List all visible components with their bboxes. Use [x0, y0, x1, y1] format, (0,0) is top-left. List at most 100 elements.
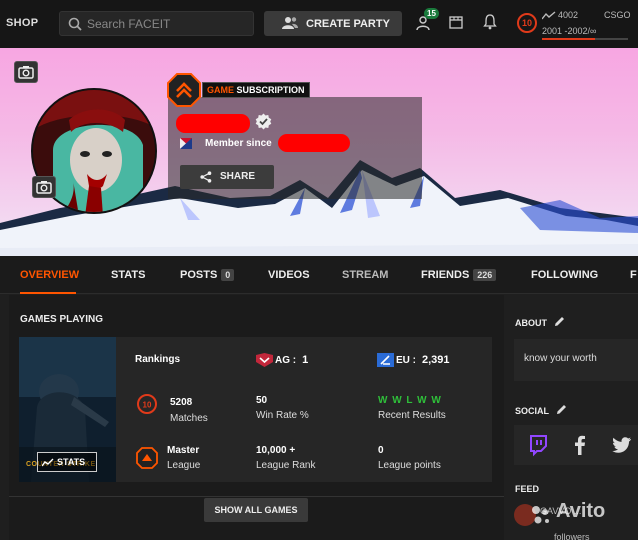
- subscription-label-text: SUBSCRIPTION: [234, 85, 305, 95]
- ag-rank-label: AG :: [275, 355, 297, 366]
- inventory-icon[interactable]: [449, 16, 463, 29]
- banner-camera-button[interactable]: [14, 61, 38, 83]
- share-icon: [200, 171, 212, 183]
- subscription-label: GAME SUBSCRIPTION: [202, 82, 310, 98]
- feed-heading: FEED: [515, 484, 540, 494]
- share-label: SHARE: [220, 171, 256, 182]
- subscription-icon: [167, 73, 201, 107]
- games-playing-heading: GAMES PLAYING: [20, 314, 103, 325]
- tab-following[interactable]: FOLLOWING: [531, 269, 598, 281]
- tab-label: F: [630, 269, 637, 281]
- verified-badge-icon: [255, 113, 272, 130]
- show-all-games-button[interactable]: SHOW ALL GAMES: [204, 498, 308, 522]
- tab-friends[interactable]: FRIENDS 226: [421, 269, 497, 281]
- posts-count-badge: 0: [221, 269, 235, 281]
- game-stats-button[interactable]: STATS: [37, 452, 97, 472]
- tab-overview[interactable]: OVERVIEW: [20, 269, 79, 281]
- about-heading: ABOUT: [515, 318, 547, 328]
- create-party-button[interactable]: CREATE PARTY: [264, 11, 402, 36]
- tab-followers[interactable]: F: [630, 269, 637, 281]
- tab-stats[interactable]: STATS: [111, 269, 145, 281]
- twitch-icon[interactable]: [524, 431, 552, 459]
- matches-label: Matches: [170, 413, 208, 424]
- about-box: know your worth: [514, 339, 638, 381]
- tab-label: FRIENDS: [421, 269, 470, 281]
- twitter-icon[interactable]: [608, 431, 636, 459]
- recent-results-label: Recent Results: [378, 410, 446, 421]
- elo-progress-fill: [542, 38, 596, 40]
- friends-count-badge: 15: [424, 8, 439, 19]
- profile-info-card: Member since SHARE: [168, 97, 422, 199]
- active-tab-indicator: [20, 292, 76, 294]
- tab-label: POSTS: [180, 269, 218, 281]
- eu-rank-value: 2,391: [422, 354, 450, 366]
- search-icon: [68, 17, 82, 31]
- league-rank-value: 10,000 +: [256, 445, 296, 456]
- social-heading: SOCIAL: [515, 406, 550, 416]
- camera-icon: [18, 66, 34, 79]
- ag-region-icon: [256, 353, 273, 367]
- search-placeholder: Search FACEIT: [87, 17, 171, 31]
- tab-label: OVERVIEW: [20, 269, 80, 281]
- edit-about-icon[interactable]: [554, 316, 565, 327]
- party-icon: [282, 17, 298, 29]
- avito-watermark: Avito: [556, 500, 606, 522]
- redacted-member-date: [278, 134, 350, 152]
- eu-region-icon: [377, 353, 394, 367]
- notifications-bell-icon[interactable]: [483, 14, 497, 30]
- elo-progress-bar: [542, 38, 628, 40]
- profile-tabs: OVERVIEW STATS POSTS 0 VIDEOS STREAM FRIE…: [0, 256, 638, 294]
- avito-logo-icon: [532, 506, 549, 524]
- league-label: League: [167, 460, 201, 471]
- redacted-nickname: [176, 114, 250, 133]
- edit-social-icon[interactable]: [556, 404, 567, 415]
- game-name: CSGO: [604, 10, 631, 20]
- eu-rank-label: EU :: [396, 355, 416, 366]
- svg-text:10: 10: [143, 401, 152, 410]
- elo-trend-icon: [542, 11, 556, 20]
- friends-count-badge: 226: [473, 269, 497, 281]
- search-input[interactable]: Search FACEIT: [59, 11, 254, 36]
- avatar-camera-button[interactable]: [32, 176, 56, 198]
- facebook-icon[interactable]: [566, 431, 594, 459]
- win-rate-label: Win Rate %: [256, 410, 309, 421]
- games-divider: [9, 496, 504, 497]
- recent-results-value: W W L W W: [378, 395, 442, 406]
- ag-rank: AG : 1: [275, 354, 308, 366]
- game-card-csgo: COUNTER-STRIKE STATS Rankings AG : 1 EU :…: [19, 337, 492, 482]
- league-value: Master: [167, 445, 200, 456]
- stats-trend-icon: [42, 458, 54, 467]
- skill-level-icon: 10: [137, 394, 157, 414]
- tab-label: STREAM: [342, 269, 389, 281]
- league-icon: [136, 447, 158, 469]
- elo-value: 4002: [558, 10, 579, 20]
- create-party-label: CREATE PARTY: [306, 18, 390, 30]
- tab-label: STATS: [111, 269, 146, 281]
- subscription-label-accent: GAME: [207, 85, 234, 95]
- league-rank-label: League Rank: [256, 460, 316, 471]
- eu-rank: EU : 2,391: [396, 354, 450, 366]
- skill-level-badge[interactable]: 10: [517, 13, 537, 33]
- win-rate-value: 50: [256, 395, 268, 406]
- elo-range: 2001 -2002/∞: [542, 26, 597, 36]
- feed-followers-text: followers: [554, 532, 590, 540]
- camera-icon: [36, 181, 52, 194]
- tab-videos[interactable]: VIDEOS: [268, 269, 310, 281]
- tab-posts[interactable]: POSTS 0: [180, 269, 235, 281]
- tab-label: FOLLOWING: [531, 269, 599, 281]
- matches-value: 5208: [170, 397, 193, 408]
- league-points-value: 0: [378, 445, 384, 456]
- tab-stream[interactable]: STREAM: [342, 269, 388, 281]
- shop-link[interactable]: SHOP: [6, 17, 38, 29]
- show-all-games-label: SHOW ALL GAMES: [214, 505, 298, 515]
- member-since-label: Member since: [205, 138, 272, 149]
- share-button[interactable]: SHARE: [180, 165, 274, 189]
- social-links: [514, 425, 638, 465]
- league-points-label: League points: [378, 460, 441, 471]
- profile-banner: Member since SHARE GAME SUBSCRIPTION: [0, 48, 638, 256]
- rankings-label: Rankings: [135, 354, 181, 365]
- top-navbar: SHOP Search FACEIT CREATE PARTY 15 10 40…: [0, 0, 638, 48]
- about-text: know your worth: [524, 353, 597, 364]
- country-flag-icon: [180, 138, 192, 149]
- game-cover-image[interactable]: COUNTER-STRIKE STATS: [19, 337, 116, 482]
